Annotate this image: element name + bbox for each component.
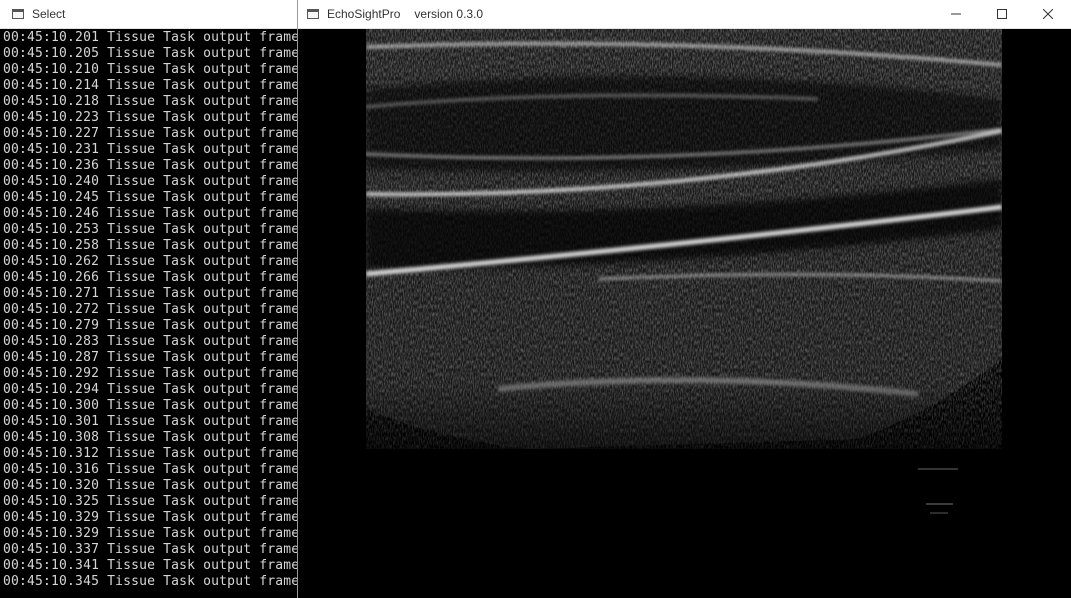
log-line: 00:45:10.271 Tissue Task output frame <box>3 286 298 301</box>
log-line: 00:45:10.245 Tissue Task output frame <box>3 190 298 205</box>
log-line: 00:45:10.272 Tissue Task output frame <box>3 302 298 317</box>
close-icon <box>1043 9 1053 19</box>
app-icon <box>307 9 319 19</box>
log-line: 00:45:10.253 Tissue Task output frame <box>3 222 298 237</box>
log-line: 00:45:10.341 Tissue Task output frame <box>3 558 298 573</box>
log-line: 00:45:10.301 Tissue Task output frame <box>3 414 298 429</box>
close-button[interactable] <box>1025 0 1071 28</box>
log-line: 00:45:10.308 Tissue Task output frame <box>3 430 298 445</box>
console-app-icon <box>12 9 24 19</box>
minimize-button[interactable] <box>933 0 979 28</box>
log-line: 00:45:10.201 Tissue Task output frame <box>3 30 298 45</box>
log-line: 00:45:10.279 Tissue Task output frame <box>3 318 298 333</box>
log-line: 00:45:10.258 Tissue Task output frame <box>3 238 298 253</box>
log-line: 00:45:10.312 Tissue Task output frame <box>3 446 298 461</box>
log-line: 00:45:10.294 Tissue Task output frame <box>3 382 298 397</box>
log-line: 00:45:10.240 Tissue Task output frame <box>3 174 298 189</box>
log-line: 00:45:10.292 Tissue Task output frame <box>3 366 298 381</box>
app-titlebar[interactable]: EchoSightPro version 0.3.0 <box>298 0 1071 29</box>
log-line: 00:45:10.316 Tissue Task output frame <box>3 462 298 477</box>
ultrasound-image <box>298 29 1071 598</box>
log-line: 00:45:10.329 Tissue Task output frame <box>3 526 298 541</box>
console-window: Select 00:45:10.201 Tissue Task output f… <box>0 0 298 598</box>
maximize-icon <box>997 9 1007 19</box>
log-line: 00:45:10.231 Tissue Task output frame <box>3 142 298 157</box>
log-line: 00:45:10.205 Tissue Task output frame <box>3 46 298 61</box>
log-line: 00:45:10.246 Tissue Task output frame <box>3 206 298 221</box>
log-line: 00:45:10.210 Tissue Task output frame <box>3 62 298 77</box>
ultrasound-viewport[interactable] <box>298 29 1071 598</box>
log-line: 00:45:10.345 Tissue Task output frame <box>3 574 298 589</box>
log-line: 00:45:10.218 Tissue Task output frame <box>3 94 298 109</box>
log-line: 00:45:10.300 Tissue Task output frame <box>3 398 298 413</box>
log-line: 00:45:10.223 Tissue Task output frame <box>3 110 298 125</box>
log-line: 00:45:10.329 Tissue Task output frame <box>3 510 298 525</box>
console-log[interactable]: 00:45:10.201 Tissue Task output frame 00:… <box>3 30 298 598</box>
minimize-icon <box>951 13 961 15</box>
maximize-button[interactable] <box>979 0 1025 28</box>
console-title: Select <box>32 7 66 21</box>
log-line: 00:45:10.320 Tissue Task output frame <box>3 478 298 493</box>
console-titlebar[interactable]: Select <box>0 0 298 29</box>
log-line: 00:45:10.337 Tissue Task output frame <box>3 542 298 557</box>
log-line: 00:45:10.214 Tissue Task output frame <box>3 78 298 93</box>
log-line: 00:45:10.262 Tissue Task output frame <box>3 254 298 269</box>
app-version: version 0.3.0 <box>414 7 484 21</box>
log-line: 00:45:10.287 Tissue Task output frame <box>3 350 298 365</box>
log-line: 00:45:10.283 Tissue Task output frame <box>3 334 298 349</box>
log-line: 00:45:10.266 Tissue Task output frame <box>3 270 298 285</box>
log-line: 00:45:10.236 Tissue Task output frame <box>3 158 298 173</box>
echosight-window: EchoSightPro version 0.3.0 <box>298 0 1071 598</box>
app-title: EchoSightPro <box>327 7 401 21</box>
log-line: 00:45:10.227 Tissue Task output frame <box>3 126 298 141</box>
log-line: 00:45:10.325 Tissue Task output frame <box>3 494 298 509</box>
